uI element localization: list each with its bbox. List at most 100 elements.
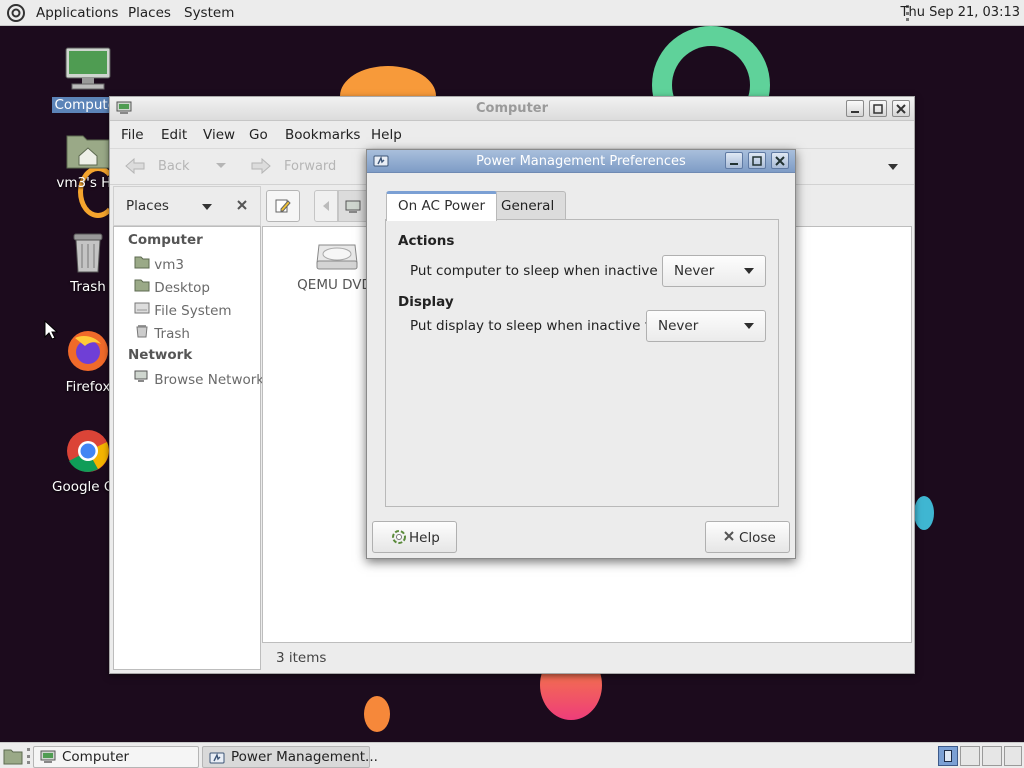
display-sleep-select[interactable]: Never: [646, 310, 766, 342]
top-panel: Applications Places System Thu Sep 21, 0…: [0, 0, 1024, 26]
edit-location-button[interactable]: [266, 190, 300, 222]
trash-icon: [68, 233, 108, 278]
places-menu[interactable]: Places: [128, 5, 171, 21]
dialog-maximize-button[interactable]: [748, 152, 766, 169]
system-menu[interactable]: System: [184, 5, 234, 21]
sidebar-item-label: vm3: [154, 257, 185, 273]
sidebar-item-desktop[interactable]: Desktop: [134, 278, 210, 296]
home-folder-icon: [65, 135, 111, 174]
path-computer-button[interactable]: [338, 190, 368, 222]
help-icon: [392, 530, 406, 548]
file-item-qemu-dvd[interactable]: QEMU DVD-: [297, 239, 377, 293]
sidebar-heading-network: Network: [128, 347, 193, 363]
chevron-down-icon[interactable]: [202, 204, 212, 210]
power-management-dialog[interactable]: Power Management Preferences On AC Power…: [366, 149, 796, 559]
desktop-icon-label: Firefox: [65, 379, 111, 395]
applications-menu[interactable]: Applications: [36, 5, 118, 21]
menu-file[interactable]: File: [121, 127, 144, 143]
maximize-button[interactable]: [869, 100, 887, 117]
menu-bookmarks[interactable]: Bookmarks: [285, 127, 360, 143]
sidebar-item-label: Trash: [154, 326, 190, 342]
file-item-label: QEMU DVD-: [297, 277, 377, 293]
computer-sleep-select[interactable]: Never: [662, 255, 766, 287]
close-button-label: Close: [739, 530, 776, 546]
distro-logo-icon[interactable]: [6, 3, 26, 27]
tab-panel-on-ac-power: Actions Put computer to sleep when inact…: [385, 219, 779, 507]
menu-edit[interactable]: Edit: [161, 127, 187, 143]
chevron-down-icon: [744, 268, 754, 274]
dialog-minimize-button[interactable]: [725, 152, 743, 169]
desktop-icon-label: Trash: [70, 279, 106, 295]
back-arrow-icon[interactable]: [124, 157, 146, 179]
path-scroll-left-button[interactable]: [314, 190, 338, 222]
places-selector[interactable]: Places: [126, 198, 169, 214]
toolbar-overflow-dropdown[interactable]: [888, 164, 898, 170]
drive-icon: [134, 302, 150, 319]
close-icon: [723, 530, 735, 546]
taskbar-handle: [27, 748, 30, 764]
window-title: Computer: [475, 101, 549, 116]
display-heading: Display: [398, 294, 454, 310]
minimize-button[interactable]: [846, 100, 864, 117]
wallpaper-teal-blob: [914, 496, 934, 530]
wallpaper-small-orange-blob: [364, 696, 390, 732]
tab-on-ac-power[interactable]: On AC Power: [386, 191, 498, 221]
forward-arrow-icon[interactable]: [250, 157, 272, 179]
help-button-label: Help: [409, 530, 440, 546]
firefox-icon: [65, 331, 111, 378]
forward-button[interactable]: Forward: [284, 159, 336, 174]
back-button[interactable]: Back: [158, 159, 190, 174]
desktop-folder-icon: [134, 279, 150, 296]
sidebar-heading-computer: Computer: [128, 232, 203, 248]
computer-icon: [64, 47, 112, 96]
back-history-dropdown[interactable]: [216, 163, 226, 168]
taskbar-item-power-management[interactable]: Power Management...: [202, 746, 378, 768]
close-button[interactable]: Close: [705, 521, 790, 553]
status-bar: 3 items: [262, 643, 912, 671]
close-sidebar-icon[interactable]: [236, 199, 248, 215]
tab-general[interactable]: General: [489, 191, 567, 220]
path-bar: [262, 186, 382, 226]
close-window-button[interactable]: [892, 100, 910, 117]
sidebar-item-file-system[interactable]: File System: [134, 301, 232, 319]
workspace-2[interactable]: [960, 746, 980, 766]
trash-icon: [134, 325, 150, 342]
file-manager-titlebar[interactable]: Computer: [110, 97, 914, 121]
dialog-close-window-button[interactable]: [771, 152, 789, 169]
menu-view[interactable]: View: [203, 127, 235, 143]
dialog-titlebar[interactable]: Power Management Preferences: [367, 150, 795, 173]
chevron-down-icon: [744, 323, 754, 329]
help-button[interactable]: Help: [372, 521, 457, 553]
clock[interactable]: Thu Sep 21, 03:13: [901, 5, 1020, 20]
sidebar-item-label: File System: [154, 303, 232, 319]
mouse-pointer-icon: [44, 319, 59, 344]
chrome-icon: [65, 430, 111, 478]
network-icon: [134, 370, 150, 388]
computer-icon: [40, 750, 56, 768]
actions-heading: Actions: [398, 233, 455, 249]
taskbar-item-computer[interactable]: Computer: [33, 746, 199, 768]
sidebar-item-vm3[interactable]: vm3: [134, 255, 184, 273]
menu-help[interactable]: Help: [371, 127, 402, 143]
display-sleep-value: Never: [658, 318, 699, 334]
computer-sleep-label: Put computer to sleep when inactive for:: [410, 263, 685, 279]
sidebar-item-browse-network[interactable]: Browse Network: [134, 370, 264, 388]
display-sleep-label: Put display to sleep when inactive for:: [410, 318, 668, 334]
bottom-panel: Computer Power Management...: [0, 742, 1024, 768]
optical-drive-icon: [315, 244, 359, 277]
desktop[interactable]: Computer vm3's Ho Trash Firefox Google C…: [0, 26, 1024, 742]
sidebar-item-trash[interactable]: Trash: [134, 324, 190, 342]
workspace-4[interactable]: [1004, 746, 1022, 766]
computer-sleep-value: Never: [674, 263, 715, 279]
sidebar-item-label: Browse Network: [154, 372, 265, 388]
workspace-1[interactable]: [938, 746, 958, 766]
sidebar-item-label: Desktop: [154, 280, 210, 296]
status-text: 3 items: [276, 650, 327, 666]
taskbar-item-label: Computer: [62, 749, 130, 765]
sidebar: Computer vm3 Desktop File System Trash N…: [113, 226, 264, 670]
menu-go[interactable]: Go: [249, 127, 268, 143]
show-desktop-icon[interactable]: [3, 747, 23, 768]
home-folder-icon: [134, 256, 150, 273]
workspace-3[interactable]: [982, 746, 1002, 766]
power-manager-icon: [209, 750, 225, 768]
